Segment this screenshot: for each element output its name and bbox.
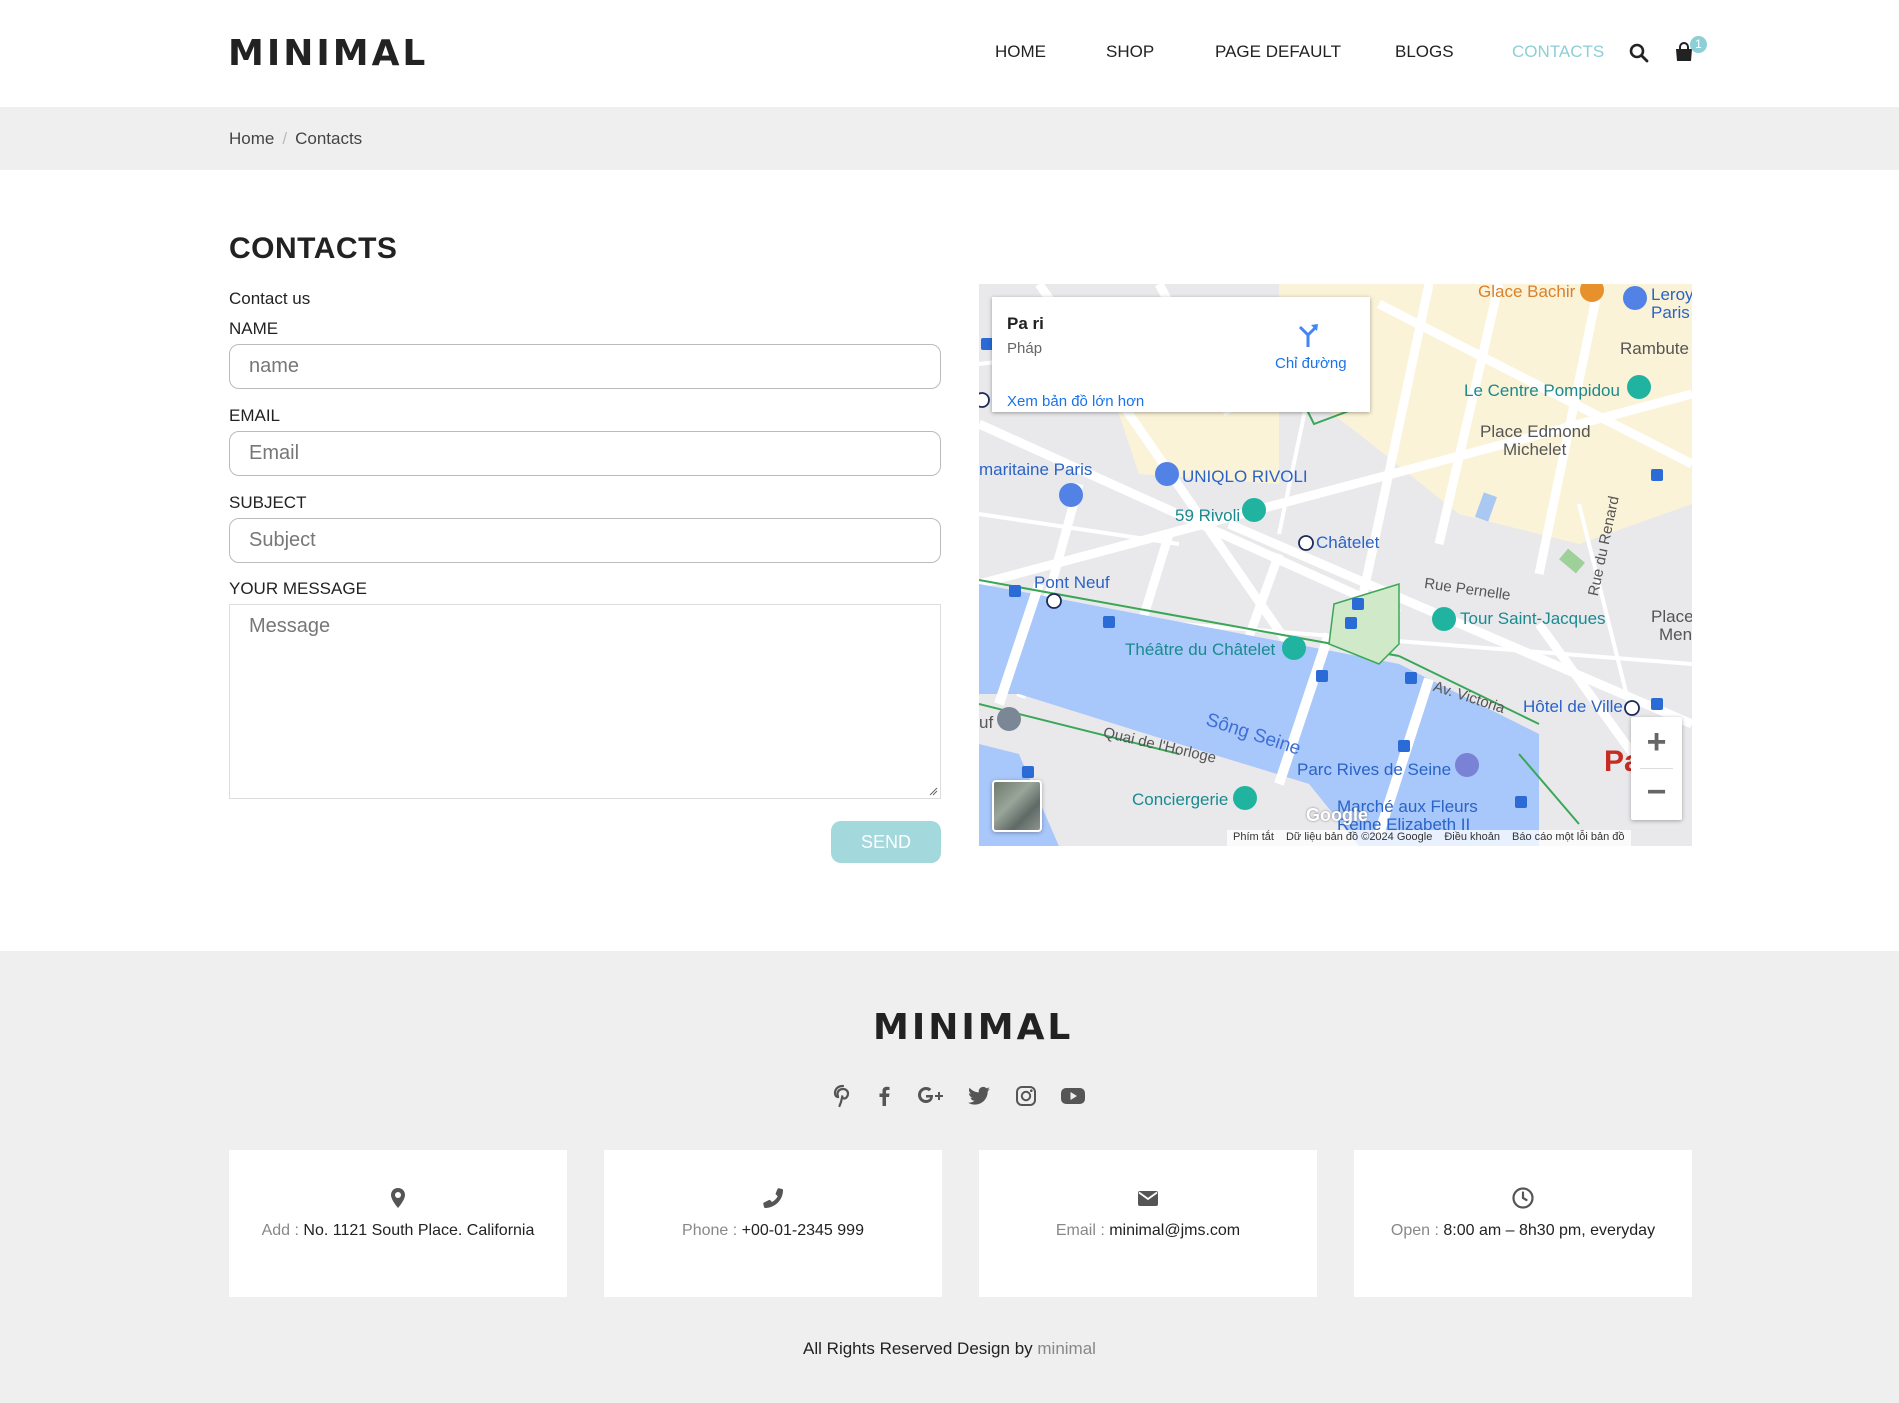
map-terms-link[interactable]: Điều khoản (1444, 831, 1500, 845)
copyright-prefix: All Rights Reserved Design by (803, 1339, 1033, 1358)
breadcrumb-bar: Home / Contacts (0, 107, 1899, 170)
map-label-paris-small: Paris (1651, 303, 1690, 322)
subject-label: SUBJECT (229, 493, 307, 512)
zoom-in-button[interactable]: + (1631, 717, 1682, 768)
site-header: MINIMAL HOME SHOP PAGE DEFAULT BLOGS CON… (0, 0, 1899, 107)
map-label-tour-saint-jacques: Tour Saint-Jacques (1460, 609, 1606, 628)
map-label-hotel-de-ville: Hôtel de Ville (1523, 697, 1623, 716)
nav-blogs[interactable]: BLOGS (1395, 42, 1454, 62)
email-input[interactable] (229, 431, 941, 476)
map-zoom-control: + − (1631, 717, 1682, 820)
envelope-icon (1138, 1191, 1158, 1206)
phone-box: Phone : +00-01-2345 999 (604, 1150, 942, 1297)
facebook-icon[interactable] (872, 1084, 896, 1108)
breadcrumb: Home / Contacts (229, 129, 362, 149)
map-pin-icon (391, 1188, 405, 1208)
phone-text: Phone : +00-01-2345 999 (604, 1222, 942, 1240)
subject-input[interactable] (229, 518, 941, 563)
breadcrumb-current: Contacts (295, 129, 363, 148)
send-button[interactable]: SEND (831, 821, 941, 863)
map-place-name: Pa ri (1007, 314, 1044, 333)
map-label-samaritaine: maritaine Paris (979, 460, 1093, 479)
email-box: Email : minimal@jms.com (979, 1150, 1317, 1297)
name-label: NAME (229, 319, 279, 338)
footer-logo[interactable]: MINIMAL (873, 1010, 1073, 1046)
google-logo-text: Google (1306, 805, 1368, 825)
copyright: All Rights Reserved Design by minimal (0, 1339, 1899, 1359)
directions-icon[interactable] (1295, 321, 1323, 349)
hours-key: Open : (1390, 1222, 1439, 1239)
breadcrumb-home[interactable]: Home (229, 129, 274, 149)
resize-grip-icon[interactable] (928, 786, 938, 796)
map-label-men: Men (1659, 625, 1692, 644)
google-logo: Google (1306, 805, 1368, 826)
email-value[interactable]: minimal@jms.com (1109, 1222, 1240, 1239)
copyright-brand-link[interactable]: minimal (1037, 1339, 1096, 1358)
map-label-uniqlo: UNIQLO RIVOLI (1182, 467, 1308, 486)
map-label-uf: uf (979, 713, 994, 732)
nav-shop[interactable]: SHOP (1106, 42, 1154, 62)
cart-count-badge: 1 (1690, 36, 1707, 53)
map-label-leroy: Leroy (1651, 285, 1692, 304)
footer-logo-text: MINIMAL (873, 1007, 1074, 1048)
satellite-toggle[interactable] (992, 780, 1042, 832)
email-key: Email : (1055, 1222, 1105, 1239)
pinterest-icon[interactable] (831, 1084, 855, 1108)
form-subtitle: Contact us (229, 289, 311, 308)
breadcrumb-separator: / (282, 129, 288, 148)
hours-value: 8:00 am – 8h30 pm, everyday (1443, 1222, 1656, 1239)
twitter-icon[interactable] (967, 1084, 991, 1108)
main-nav: HOME SHOP PAGE DEFAULT BLOGS CONTACTS (0, 42, 1899, 66)
address-value: No. 1121 South Place. California (303, 1222, 535, 1239)
phone-key: Phone : (682, 1222, 738, 1239)
map-label-chatelet: Châtelet (1316, 533, 1380, 552)
hours-text: Open : 8:00 am – 8h30 pm, everyday (1354, 1222, 1692, 1240)
map-shortcuts-link[interactable]: Phím tắt (1233, 831, 1274, 845)
map-label-place: Place / (1651, 607, 1692, 626)
page-title: CONTACTS (229, 232, 398, 265)
map-label-conciergerie: Conciergerie (1132, 790, 1229, 809)
map-label-parc-rives: Parc Rives de Seine (1297, 760, 1452, 779)
map-attribution-bar: Phím tắt Dữ liệu bản đồ ©2024 Google Điề… (1227, 830, 1631, 846)
map-place-country: Pháp (1007, 340, 1043, 357)
map-data-attribution: Dữ liệu bản đồ ©2024 Google (1285, 831, 1433, 843)
map-label-pont-neuf: Pont Neuf (1034, 573, 1110, 592)
message-label: YOUR MESSAGE (229, 579, 367, 598)
phone-icon (763, 1188, 783, 1208)
map-report-link[interactable]: Báo cáo một lỗi bản đồ (1512, 831, 1625, 845)
clock-icon (1512, 1187, 1534, 1209)
address-key: Add : (261, 1222, 299, 1239)
phone-value: +00-01-2345 999 (741, 1222, 864, 1239)
google-map[interactable]: Glace Bachir Leroy Paris Rambute Le Cent… (979, 284, 1692, 846)
hours-box: Open : 8:00 am – 8h30 pm, everyday (1354, 1150, 1692, 1297)
map-label-michelet: Michelet (1503, 440, 1567, 459)
map-label-59-rivoli: 59 Rivoli (1175, 506, 1241, 525)
map-label-rambute: Rambute (1620, 339, 1689, 358)
youtube-icon[interactable] (1060, 1084, 1086, 1108)
map-label-glace-bachir: Glace Bachir (1478, 284, 1576, 301)
name-input[interactable] (229, 344, 941, 389)
address-box: Add : No. 1121 South Place. California (229, 1150, 567, 1297)
message-textarea[interactable] (229, 604, 941, 799)
nav-home[interactable]: HOME (995, 42, 1046, 62)
map-directions-link[interactable]: Chỉ đường (1275, 355, 1347, 372)
map-label-theatre-chatelet: Théâtre du Châtelet (1125, 640, 1276, 659)
nav-contacts[interactable]: CONTACTS (1512, 42, 1604, 62)
map-info-card: Pa ri Pháp Xem bản đồ lớn hơn Chỉ đường (992, 297, 1370, 412)
email-label: EMAIL (229, 406, 281, 425)
google-plus-icon[interactable] (917, 1084, 947, 1108)
email-text: Email : minimal@jms.com (979, 1222, 1317, 1240)
address-text: Add : No. 1121 South Place. California (229, 1222, 567, 1240)
map-label-place-edmond: Place Edmond (1480, 422, 1591, 441)
search-icon[interactable] (1629, 43, 1649, 63)
map-larger-link[interactable]: Xem bản đồ lớn hơn (1007, 393, 1144, 410)
zoom-out-button[interactable]: − (1631, 769, 1682, 820)
map-label-pompidou: Le Centre Pompidou (1464, 381, 1620, 400)
instagram-icon[interactable] (1014, 1084, 1038, 1108)
nav-page-default[interactable]: PAGE DEFAULT (1215, 42, 1341, 62)
